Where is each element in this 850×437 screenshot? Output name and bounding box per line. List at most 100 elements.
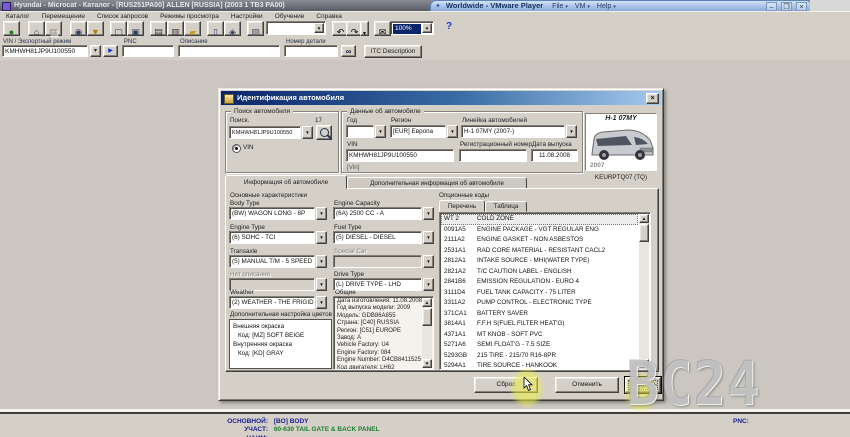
tab-option-table[interactable]: Таблица bbox=[485, 201, 527, 212]
dialog-icon bbox=[224, 94, 234, 104]
registration-input[interactable] bbox=[459, 149, 527, 162]
option-row[interactable]: 0091A5ENGINE PACKAGE - VGT REGULAR ENG bbox=[441, 225, 638, 236]
search-fieldbar: VIN / Экспортный режим KMHWH81JP9U100550… bbox=[0, 38, 850, 61]
chevron-down-icon[interactable]: ▼ bbox=[316, 231, 327, 244]
scroll-up-icon[interactable]: ▲ bbox=[422, 298, 432, 307]
option-row[interactable]: 4371A1MT KNOB - SOFT PVC bbox=[441, 330, 638, 341]
interior-paint-code: Код: [KD] GRAY bbox=[230, 349, 331, 358]
folder-button[interactable]: ▰ bbox=[184, 21, 201, 36]
vin-dropdown-icon[interactable]: ▾ bbox=[90, 45, 101, 57]
weather-select[interactable]: (2) WEATHER - THE FRIGID ZONE bbox=[229, 296, 315, 309]
help-icon[interactable]: ? bbox=[446, 21, 452, 32]
option-row[interactable]: 2812A1INTAKE SOURCE - MHI(WATER TYPE) bbox=[441, 256, 638, 267]
comment-button[interactable]: ✉ bbox=[374, 21, 391, 36]
chevron-down-icon[interactable]: ▼ bbox=[447, 125, 458, 138]
exterior-paint-label: Внешняя окраска bbox=[230, 322, 331, 331]
chevron-down-icon[interactable]: ▼ bbox=[423, 231, 434, 244]
option-description: F.F.H S(FUEL FILTER HEAT'G) bbox=[477, 320, 565, 327]
go-icon[interactable]: ▶ bbox=[103, 45, 118, 57]
tab-option-list[interactable]: Перечень bbox=[439, 200, 485, 212]
chevron-down-icon[interactable]: ▼ bbox=[302, 126, 313, 139]
document-button[interactable]: ▯ bbox=[207, 21, 224, 36]
vehicle-image-caption: H-1 07MY bbox=[586, 114, 656, 124]
vehicle-search-button[interactable]: ● bbox=[3, 21, 20, 36]
status-section-label: УЧАСТ: bbox=[198, 426, 268, 433]
option-row[interactable]: 3814A1F.F.H S(FUEL FILTER HEAT'G) bbox=[441, 319, 638, 330]
search-button[interactable] bbox=[316, 125, 332, 140]
minimize-button[interactable]: – bbox=[766, 2, 777, 11]
chevron-down-icon[interactable]: ▼ bbox=[316, 255, 327, 268]
vmware-menu[interactable]: Help ▾ bbox=[597, 3, 616, 10]
release-date-input[interactable]: 11.08.2008 bbox=[531, 149, 578, 162]
filter-button[interactable]: ▼ bbox=[87, 21, 104, 36]
release-date-label: Дата выпуска bbox=[532, 141, 572, 148]
scroll-down-icon[interactable]: ▼ bbox=[422, 359, 432, 368]
option-row[interactable]: 2111A2ENGINE GASKET - NON ASBESTOS bbox=[441, 235, 638, 246]
dialog-titlebar[interactable]: Идентификация автомобиля × bbox=[221, 91, 661, 105]
option-row[interactable]: 2531A1RAD CORE MATERIAL - RESISTANT CACL… bbox=[441, 246, 638, 257]
option-row[interactable]: WT 2COLD ZONE bbox=[441, 214, 638, 225]
body-type-select[interactable]: (BW) WAGON LONG - 8P bbox=[229, 207, 315, 220]
home-button[interactable]: ⌂ bbox=[28, 21, 45, 36]
vin-input[interactable]: KMHWH81JP9U100550 bbox=[2, 45, 88, 57]
print-button[interactable]: ▤ bbox=[150, 21, 167, 36]
option-row[interactable]: 371CA1BATTERY SAVER bbox=[441, 309, 638, 320]
chevron-down-icon[interactable]: ▼ bbox=[375, 125, 386, 138]
vehicle-image-year: 2007 bbox=[590, 162, 604, 169]
option-row[interactable]: 5271A6SEMI FLOAT'G - 7.5 SIZE bbox=[441, 340, 638, 351]
close-icon[interactable]: × bbox=[646, 93, 659, 104]
option-row[interactable]: 5294A1TIRE SOURCE - HANKOOK bbox=[441, 361, 638, 370]
print-preview-button[interactable]: ▥ bbox=[167, 21, 184, 36]
line-input[interactable]: H-1 07MY (2007-) bbox=[461, 125, 565, 138]
panel-button[interactable]: ▨ bbox=[247, 21, 264, 36]
scroll-thumb[interactable] bbox=[422, 308, 432, 326]
option-row[interactable]: 2841B6EMISSION REGULATION - EURO 4 bbox=[441, 277, 638, 288]
quick-select-combo[interactable]: ▼ bbox=[266, 21, 326, 35]
binoculars-icon[interactable]: ∞ bbox=[341, 45, 356, 57]
vin-field-input[interactable]: KMHWH81JP9U100550 bbox=[346, 149, 454, 162]
chevron-down-icon[interactable]: ▼ bbox=[314, 23, 324, 33]
vin-radio[interactable] bbox=[232, 144, 241, 153]
scroll-thumb[interactable] bbox=[639, 224, 649, 242]
fuel-type-select[interactable]: (5) DIESEL - DIESEL bbox=[333, 231, 422, 244]
itc-description-button[interactable]: ITC Description bbox=[364, 45, 422, 58]
option-row[interactable]: 3311A2PUMP CONTROL - ELECTRONIC TYPE bbox=[441, 298, 638, 309]
cancel-button[interactable]: Отменить bbox=[555, 377, 619, 393]
pnc-input[interactable] bbox=[122, 45, 174, 57]
option-row[interactable]: 3111D4FUEL TANK CAPACITY - 75 LITER bbox=[441, 288, 638, 299]
chevron-down-icon[interactable]: ▼ bbox=[423, 207, 434, 220]
vehicle-image bbox=[586, 124, 656, 164]
option-row[interactable]: 2821A2T/C CAUTION LABEL - ENGLISH bbox=[441, 267, 638, 278]
scroll-up-icon[interactable]: ▲ bbox=[639, 214, 649, 223]
region-input[interactable]: [EUR] Европа bbox=[390, 125, 446, 138]
document-search-button[interactable]: ◈ bbox=[224, 21, 241, 36]
option-codes-list[interactable]: WT 2COLD ZONE0091A5ENGINE PACKAGE - VGT … bbox=[439, 212, 651, 370]
year-input[interactable] bbox=[346, 125, 374, 138]
tab-vehicle-info[interactable]: Информация об автомобиле bbox=[225, 175, 347, 189]
zoom-combo[interactable]: 100% ▼ bbox=[390, 21, 434, 35]
general-info-box[interactable]: Дата изготовления: 11.08.2008Год выпуска… bbox=[333, 296, 434, 370]
close-button[interactable]: × bbox=[796, 2, 807, 11]
chevron-down-icon[interactable]: ▼ bbox=[316, 207, 327, 220]
chevron-down-icon[interactable]: ▼ bbox=[566, 125, 577, 138]
redo-dropdown-button[interactable]: ▼ bbox=[360, 21, 369, 36]
magnifier-button[interactable]: ◉ bbox=[70, 21, 87, 36]
scrollbar[interactable]: ▲ ▼ bbox=[422, 298, 432, 368]
engine-capacity-select[interactable]: (6A) 2500 CC - A bbox=[333, 207, 422, 220]
chevron-down-icon[interactable]: ▼ bbox=[422, 23, 432, 33]
scrollbar[interactable]: ▲ ▼ bbox=[639, 214, 649, 368]
transaxle-select[interactable]: (5) MANUAL T/M - 5 SPEED 2WD bbox=[229, 255, 315, 268]
line-label: Линейка автомобилей bbox=[462, 117, 527, 124]
monitor-button[interactable]: ▣ bbox=[127, 21, 144, 36]
vmware-menu[interactable]: VM ▾ bbox=[575, 3, 590, 10]
engine-type-select[interactable]: (6) SOHC - TCI bbox=[229, 231, 315, 244]
chevron-down-icon[interactable]: ▼ bbox=[316, 296, 327, 309]
search-input[interactable]: KMHWH81JP9U100550 bbox=[229, 126, 301, 139]
vmware-menu[interactable]: File ▾ bbox=[552, 3, 568, 10]
part-number-input[interactable] bbox=[284, 45, 338, 57]
maximize-button[interactable]: ❒ bbox=[781, 2, 792, 11]
description-input[interactable] bbox=[178, 45, 280, 57]
window-button[interactable]: ▢ bbox=[110, 21, 127, 36]
option-row[interactable]: 5293GB215 TIRE - 215/70 R16-8PR bbox=[441, 351, 638, 362]
chevron-down-icon[interactable]: ▼ bbox=[423, 278, 434, 291]
